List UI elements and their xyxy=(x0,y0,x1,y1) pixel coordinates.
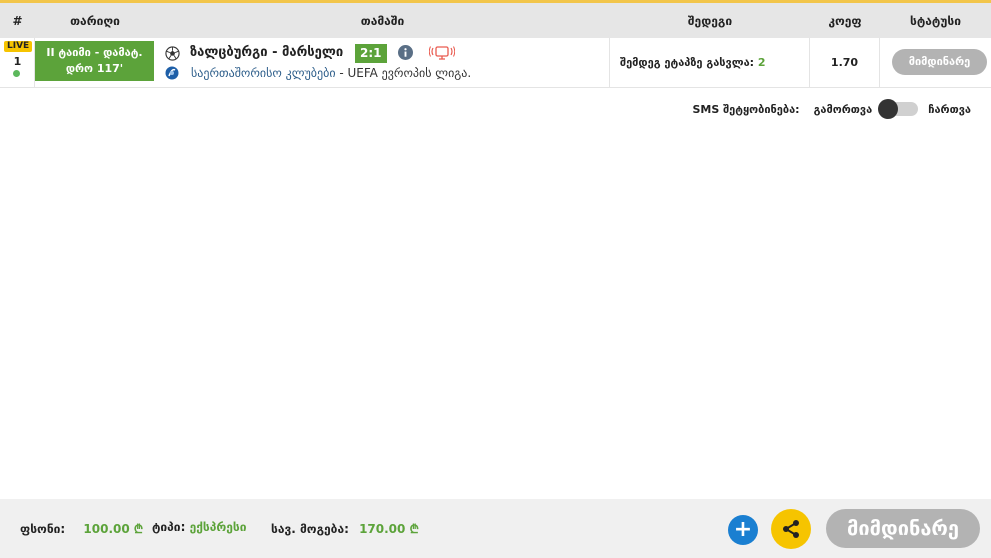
market-label: შემდეგ ეტაპზე გასვლა: xyxy=(620,56,755,69)
header-number: # xyxy=(12,13,23,28)
bet-type-value: ექსპრესი xyxy=(189,520,247,534)
sms-on-label: ჩართვა xyxy=(928,102,971,116)
stake-label: ფსონი: xyxy=(20,522,66,536)
live-status-dot xyxy=(13,70,20,77)
header-result: შედეგი xyxy=(687,13,733,28)
match-period: II ტაიმი - დამატ. xyxy=(46,46,143,59)
row-number-cell: LIVE 1 xyxy=(0,38,35,88)
sms-label: SMS შეტყობინება: xyxy=(692,102,800,116)
possible-win-value: 170.00 xyxy=(359,522,406,536)
currency-symbol: ₾ xyxy=(133,522,144,536)
row-status-badge: მიმდინარე xyxy=(892,49,987,75)
sms-off-label: გამორთვა xyxy=(813,102,873,116)
toggle-knob xyxy=(878,99,899,119)
table-row: LIVE 1 II ტაიმი - დამატ. დრო 117' ზალცბუ… xyxy=(0,38,991,88)
market-selection: 2 xyxy=(754,56,766,69)
header-date: თარიღი xyxy=(70,13,120,28)
bet-summary-footer: ფსონი: 100.00 ₾ ტიპი: ექსპრესი სავ. მოგე… xyxy=(0,499,991,558)
uefa-league-icon xyxy=(165,66,179,80)
league-line: საერთაშორისო კლუბები - UEFA ევროპის ლიგა… xyxy=(191,66,471,80)
match-time-cell: II ტაიმი - დამატ. დრო 117' xyxy=(35,41,154,81)
bet-type-label: ტიპი: xyxy=(152,520,186,534)
game-cell: ზალცბურგი - მარსელი 2:1 საერთაშორისო კლუ… xyxy=(155,38,610,88)
stake-value: 100.00 xyxy=(83,522,130,536)
currency-symbol: ₾ xyxy=(409,522,419,536)
sms-toggle[interactable] xyxy=(878,99,919,119)
live-tv-icon[interactable] xyxy=(429,45,455,61)
share-icon xyxy=(783,520,799,538)
live-score: 2:1 xyxy=(355,44,387,63)
match-teams-link[interactable]: ზალცბურგი - მარსელი xyxy=(190,45,343,60)
bet-type-summary: ტიპი: ექსპრესი xyxy=(152,520,247,534)
bet-status-badge: მიმდინარე xyxy=(826,509,980,548)
odds-value: 1.70 xyxy=(810,38,880,88)
live-badge: LIVE xyxy=(4,41,33,52)
header-coefficient: კოეფ xyxy=(828,13,862,28)
soccer-ball-icon xyxy=(165,46,180,61)
header-status: სტატუსი xyxy=(910,13,961,28)
sms-notification-control: SMS შეტყობინება: გამორთვა ჩართვა xyxy=(692,97,971,121)
match-minute: დრო 117' xyxy=(65,62,124,75)
status-cell: მიმდინარე xyxy=(880,38,991,88)
table-header: # თარიღი თამაში შედეგი კოეფ სტატუსი xyxy=(0,3,991,38)
league-name: - UEFA ევროპის ლიგა. xyxy=(335,66,472,80)
result-cell: შემდეგ ეტაპზე გასვლა: 2 xyxy=(610,38,810,88)
row-number: 1 xyxy=(13,55,22,68)
header-game: თამაში xyxy=(360,13,405,28)
stake-summary: ფსონი: 100.00 ₾ xyxy=(20,520,143,537)
info-icon[interactable] xyxy=(398,45,413,60)
add-button[interactable]: + xyxy=(728,515,758,545)
league-category: საერთაშორისო კლუბები xyxy=(191,66,336,80)
share-button[interactable] xyxy=(771,509,811,549)
possible-win-label: სავ. მოგება: xyxy=(271,522,349,536)
possible-win-summary: სავ. მოგება: 170.00 ₾ xyxy=(271,520,419,537)
